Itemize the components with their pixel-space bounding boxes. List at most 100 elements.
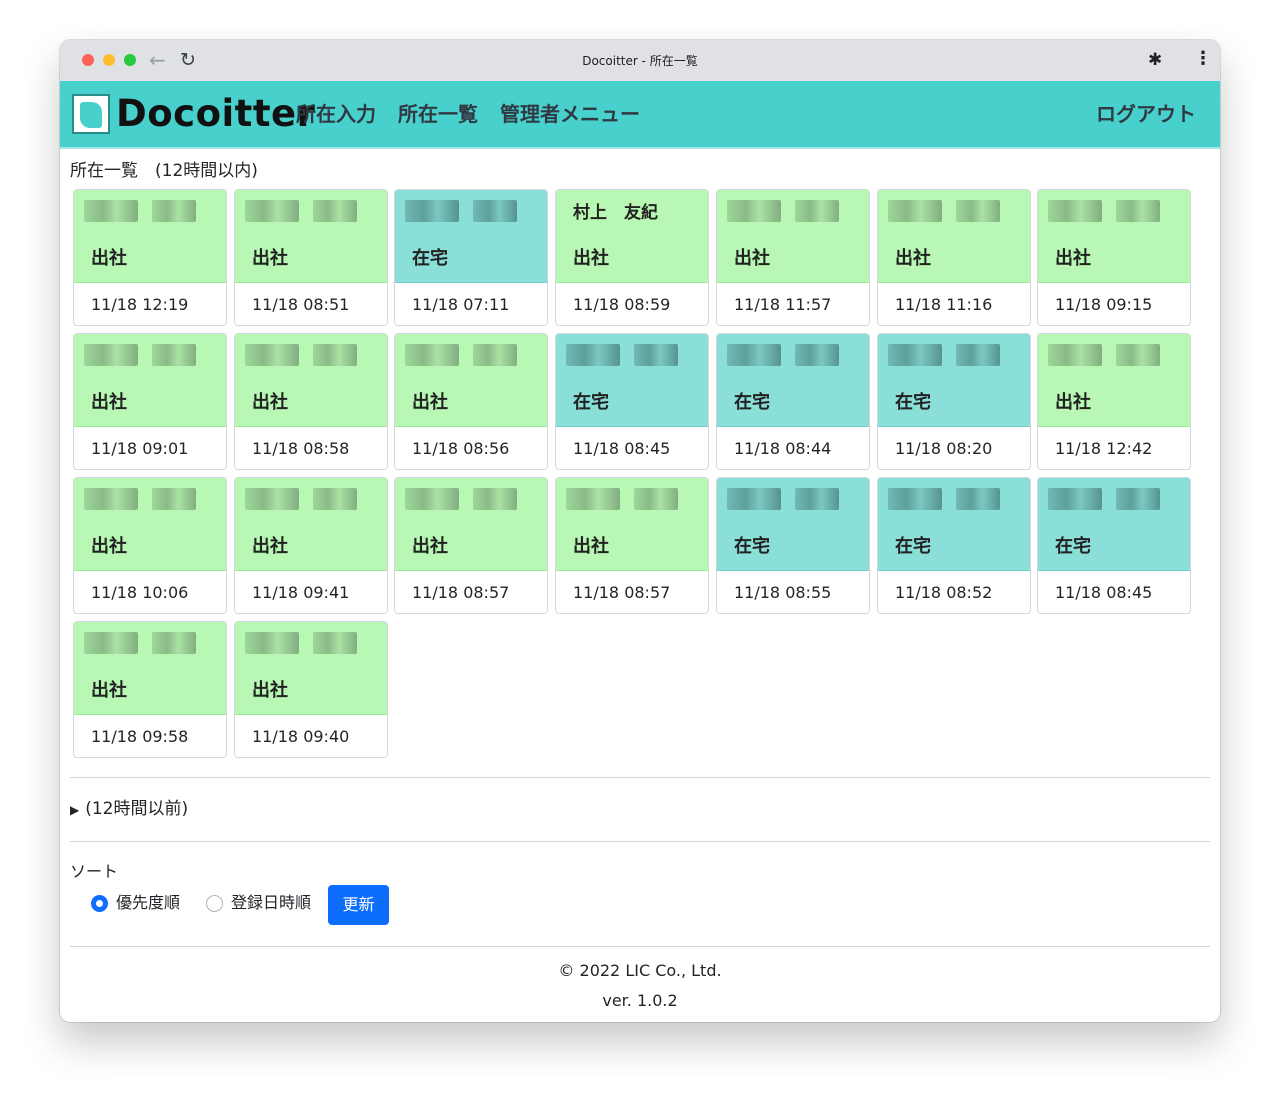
redacted-name-blur	[727, 200, 781, 222]
card-timestamp: 11/18 08:57	[412, 583, 510, 602]
card-header: 在宅	[878, 478, 1030, 571]
redacted-name-blur	[956, 200, 1000, 222]
menu-admin[interactable]: 管理者メニュー	[500, 101, 640, 127]
card-status: 出社	[91, 392, 127, 413]
presence-card[interactable]: 出社 11/18 10:06	[73, 477, 227, 614]
menu-presence-input[interactable]: 所在入力	[296, 101, 376, 127]
presence-card[interactable]: 出社 11/18 09:41	[234, 477, 388, 614]
card-status: 出社	[252, 536, 288, 557]
older-entries-toggle[interactable]: ▶ (12時間以前)	[70, 798, 188, 821]
redacted-name-blur	[313, 632, 357, 654]
sort-date-radio[interactable]	[206, 895, 223, 912]
presence-card[interactable]: 出社 11/18 11:57	[716, 189, 870, 326]
card-status: 出社	[91, 680, 127, 701]
presence-card[interactable]: 出社 11/18 08:58	[234, 333, 388, 470]
card-timestamp: 11/18 08:45	[573, 439, 671, 458]
puzzle-extensions-icon[interactable]: ✱	[1148, 50, 1162, 70]
redacted-name-blur	[84, 632, 138, 654]
copyright-text: © 2022 LIC Co., Ltd.	[558, 961, 722, 980]
redacted-name-blur	[473, 488, 517, 510]
menu-presence-list[interactable]: 所在一覧	[398, 101, 478, 127]
card-header: 出社	[1038, 190, 1190, 283]
presence-card-grid: 出社 11/18 12:19 出社 11/18 08:51 在宅 11/18 07:11 村…	[73, 189, 1193, 759]
card-header: 出社	[235, 190, 387, 283]
sort-date-label[interactable]: 登録日時順	[231, 892, 311, 914]
card-header: 出社	[235, 622, 387, 715]
redacted-name-blur	[245, 344, 299, 366]
card-status: 在宅	[734, 536, 770, 557]
card-status: 出社	[895, 248, 931, 269]
redacted-name-blur	[152, 632, 196, 654]
card-header: 出社	[717, 190, 869, 283]
presence-card[interactable]: 在宅 11/18 08:44	[716, 333, 870, 470]
card-timestamp: 11/18 11:57	[734, 295, 832, 314]
card-timestamp: 11/18 08:20	[895, 439, 993, 458]
sort-priority-radio[interactable]	[91, 895, 108, 912]
redacted-name-blur	[1116, 488, 1160, 510]
redacted-name-blur	[956, 344, 1000, 366]
redacted-name-blur	[84, 488, 138, 510]
presence-card[interactable]: 出社 11/18 11:16	[877, 189, 1031, 326]
divider	[70, 777, 1210, 778]
presence-card[interactable]: 在宅 11/18 08:45	[555, 333, 709, 470]
sort-label: ソート	[70, 862, 119, 881]
presence-card[interactable]: 在宅 11/18 08:45	[1037, 477, 1191, 614]
presence-card[interactable]: 出社 11/18 12:19	[73, 189, 227, 326]
card-timestamp: 11/18 09:41	[252, 583, 350, 602]
version-text: ver. 1.0.2	[602, 991, 678, 1010]
card-timestamp: 11/18 08:57	[573, 583, 671, 602]
card-header: 在宅	[1038, 478, 1190, 571]
card-timestamp: 11/18 09:58	[91, 727, 189, 746]
presence-card[interactable]: 村上 友紀 出社 11/18 08:59	[555, 189, 709, 326]
card-timestamp: 11/18 08:52	[895, 583, 993, 602]
browser-window: ← ↻ Docoitter - 所在一覧 ✱ ⋮ Docoitter 所在入力 …	[60, 40, 1220, 1022]
presence-card[interactable]: 出社 11/18 12:42	[1037, 333, 1191, 470]
logout-link[interactable]: ログアウト	[1096, 101, 1196, 127]
update-button[interactable]: 更新	[328, 885, 389, 925]
presence-card[interactable]: 在宅 11/18 07:11	[394, 189, 548, 326]
card-timestamp: 11/18 08:56	[412, 439, 510, 458]
card-status: 出社	[573, 248, 609, 269]
card-header: 出社	[395, 334, 547, 427]
card-status: 在宅	[734, 392, 770, 413]
card-header: 出社	[556, 478, 708, 571]
card-header: 出社	[878, 190, 1030, 283]
card-timestamp: 11/18 11:16	[895, 295, 993, 314]
triangle-right-icon: ▶	[70, 803, 80, 817]
card-header: 出社	[74, 334, 226, 427]
presence-card[interactable]: 出社 11/18 09:15	[1037, 189, 1191, 326]
card-timestamp: 11/18 10:06	[91, 583, 189, 602]
presence-card[interactable]: 出社 11/18 08:51	[234, 189, 388, 326]
divider	[70, 946, 1210, 947]
card-header: 出社	[235, 478, 387, 571]
card-header: 出社	[1038, 334, 1190, 427]
presence-card[interactable]: 在宅 11/18 08:20	[877, 333, 1031, 470]
presence-card[interactable]: 在宅 11/18 08:52	[877, 477, 1031, 614]
redacted-name-blur	[795, 344, 839, 366]
card-timestamp: 11/18 07:11	[412, 295, 510, 314]
sort-priority-label[interactable]: 優先度順	[116, 892, 180, 914]
presence-card[interactable]: 出社 11/18 08:57	[394, 477, 548, 614]
redacted-name-blur	[888, 344, 942, 366]
card-status: 出社	[734, 248, 770, 269]
redacted-name-blur	[566, 488, 620, 510]
redacted-name-blur	[1116, 344, 1160, 366]
presence-card[interactable]: 在宅 11/18 08:55	[716, 477, 870, 614]
presence-card[interactable]: 出社 11/18 09:01	[73, 333, 227, 470]
brand-name[interactable]: Docoitter	[116, 91, 315, 137]
presence-card[interactable]: 出社 11/18 08:57	[555, 477, 709, 614]
redacted-name-blur	[634, 488, 678, 510]
card-header: 村上 友紀 出社	[556, 190, 708, 283]
browser-titlebar: ← ↻ Docoitter - 所在一覧 ✱ ⋮	[60, 40, 1220, 81]
card-header: 出社	[74, 190, 226, 283]
redacted-name-blur	[888, 200, 942, 222]
kebab-menu-icon[interactable]: ⋮	[1194, 49, 1212, 69]
presence-card[interactable]: 出社 11/18 09:40	[234, 621, 388, 758]
card-timestamp: 11/18 08:55	[734, 583, 832, 602]
presence-card[interactable]: 出社 11/18 09:58	[73, 621, 227, 758]
card-header: 在宅	[395, 190, 547, 283]
card-status: 出社	[1055, 248, 1091, 269]
docoitter-logo-icon[interactable]	[72, 94, 110, 134]
redacted-name-blur	[152, 488, 196, 510]
presence-card[interactable]: 出社 11/18 08:56	[394, 333, 548, 470]
